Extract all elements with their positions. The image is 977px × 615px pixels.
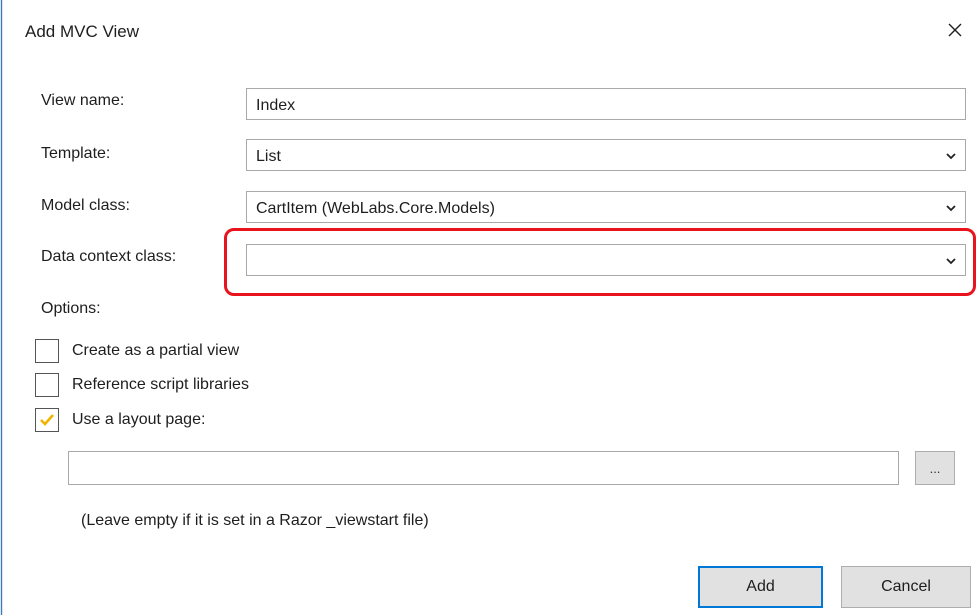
layout-page-label: Use a layout page: (72, 411, 206, 428)
close-icon (948, 23, 962, 37)
template-dropdown[interactable]: List (246, 139, 966, 171)
layout-page-checkbox[interactable] (35, 408, 59, 432)
view-name-label: View name: (41, 92, 125, 109)
model-class-value: CartItem (WebLabs.Core.Models) (256, 200, 495, 217)
partial-view-checkbox[interactable] (35, 339, 59, 363)
browse-button[interactable]: ... (915, 451, 955, 485)
view-name-input[interactable]: Index (246, 88, 966, 120)
partial-view-label: Create as a partial view (72, 342, 240, 359)
layout-hint-text: (Leave empty if it is set in a Razor _vi… (81, 512, 429, 529)
chevron-down-icon (946, 153, 956, 160)
add-mvc-view-dialog: Add MVC View View name: Index Template: … (3, 0, 977, 615)
view-name-value: Index (256, 97, 296, 114)
model-class-dropdown[interactable]: CartItem (WebLabs.Core.Models) (246, 191, 966, 223)
chevron-down-icon (946, 205, 956, 212)
template-label: Template: (41, 145, 111, 162)
script-libraries-checkbox[interactable] (35, 373, 59, 397)
cancel-button[interactable]: Cancel (841, 566, 971, 608)
script-libraries-label: Reference script libraries (72, 376, 249, 393)
add-button[interactable]: Add (698, 566, 823, 608)
close-button[interactable] (939, 14, 971, 46)
model-class-label: Model class: (41, 197, 130, 214)
template-value: List (256, 148, 281, 165)
data-context-class-label: Data context class: (41, 248, 177, 265)
layout-path-input[interactable] (68, 451, 899, 485)
highlight-annotation (224, 228, 976, 296)
checkmark-icon (40, 414, 54, 426)
options-heading: Options: (41, 300, 101, 317)
dialog-title: Add MVC View (25, 22, 140, 41)
